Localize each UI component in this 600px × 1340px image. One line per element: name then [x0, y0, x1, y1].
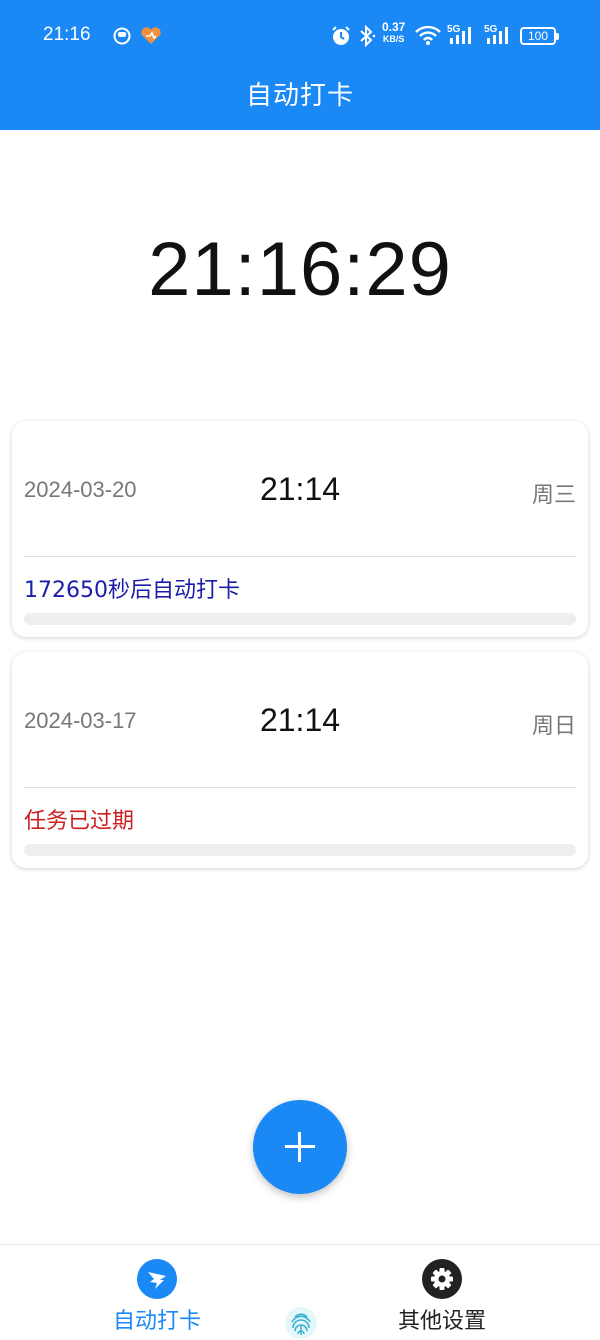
task-status: 任务已过期	[24, 809, 135, 834]
current-time-clock: 21:16:29	[148, 227, 452, 312]
fingerprint-icon[interactable]	[284, 1306, 318, 1340]
battery-indicator: 100	[520, 27, 559, 45]
alarm-icon	[330, 25, 352, 51]
page-title: 自动打卡	[245, 81, 354, 111]
task-progress-bar	[24, 844, 576, 856]
heart-notification-icon	[140, 27, 162, 49]
nav-label: 其他设置	[397, 1309, 486, 1334]
gear-icon	[422, 1259, 462, 1299]
nav-item-other-settings[interactable]: 其他设置	[342, 1245, 542, 1340]
wifi-icon	[414, 24, 442, 50]
status-time: 21:16	[43, 24, 91, 45]
status-bar: 21:16 0.37 KB/S 5G 5G 100	[0, 0, 600, 72]
signal-1-label: 5G	[447, 24, 461, 35]
task-card[interactable]: 2024-03-20 21:14 周三 172650秒后自动打卡	[12, 421, 588, 637]
nav-item-auto-checkin[interactable]: 自动打卡	[57, 1245, 257, 1340]
card-divider	[24, 556, 576, 557]
add-task-button[interactable]	[253, 1100, 347, 1194]
app-header: 21:16 0.37 KB/S 5G 5G 100 自动打卡	[0, 0, 600, 130]
card-divider	[24, 787, 576, 788]
task-weekday: 周三	[531, 483, 576, 508]
network-speed-unit: KB/S	[382, 34, 405, 44]
network-speed: 0.37 KB/S	[382, 20, 406, 45]
task-status: 172650秒后自动打卡	[24, 578, 240, 603]
dingtalk-icon	[137, 1259, 177, 1299]
app-notification-icon	[113, 27, 131, 49]
nav-label: 自动打卡	[112, 1309, 201, 1334]
task-card[interactable]: 2024-03-17 21:14 周日 任务已过期	[12, 652, 588, 868]
signal-5g-icon-2: 5G	[483, 22, 513, 50]
task-time: 21:14	[259, 702, 341, 738]
task-progress-bar	[24, 613, 576, 625]
bluetooth-icon	[357, 24, 377, 51]
task-time: 21:14	[259, 471, 341, 507]
signal-5g-icon-1: 5G	[446, 22, 476, 50]
task-weekday: 周日	[531, 714, 576, 739]
signal-2-label: 5G	[484, 24, 498, 35]
network-speed-value: 0.37	[382, 20, 406, 34]
